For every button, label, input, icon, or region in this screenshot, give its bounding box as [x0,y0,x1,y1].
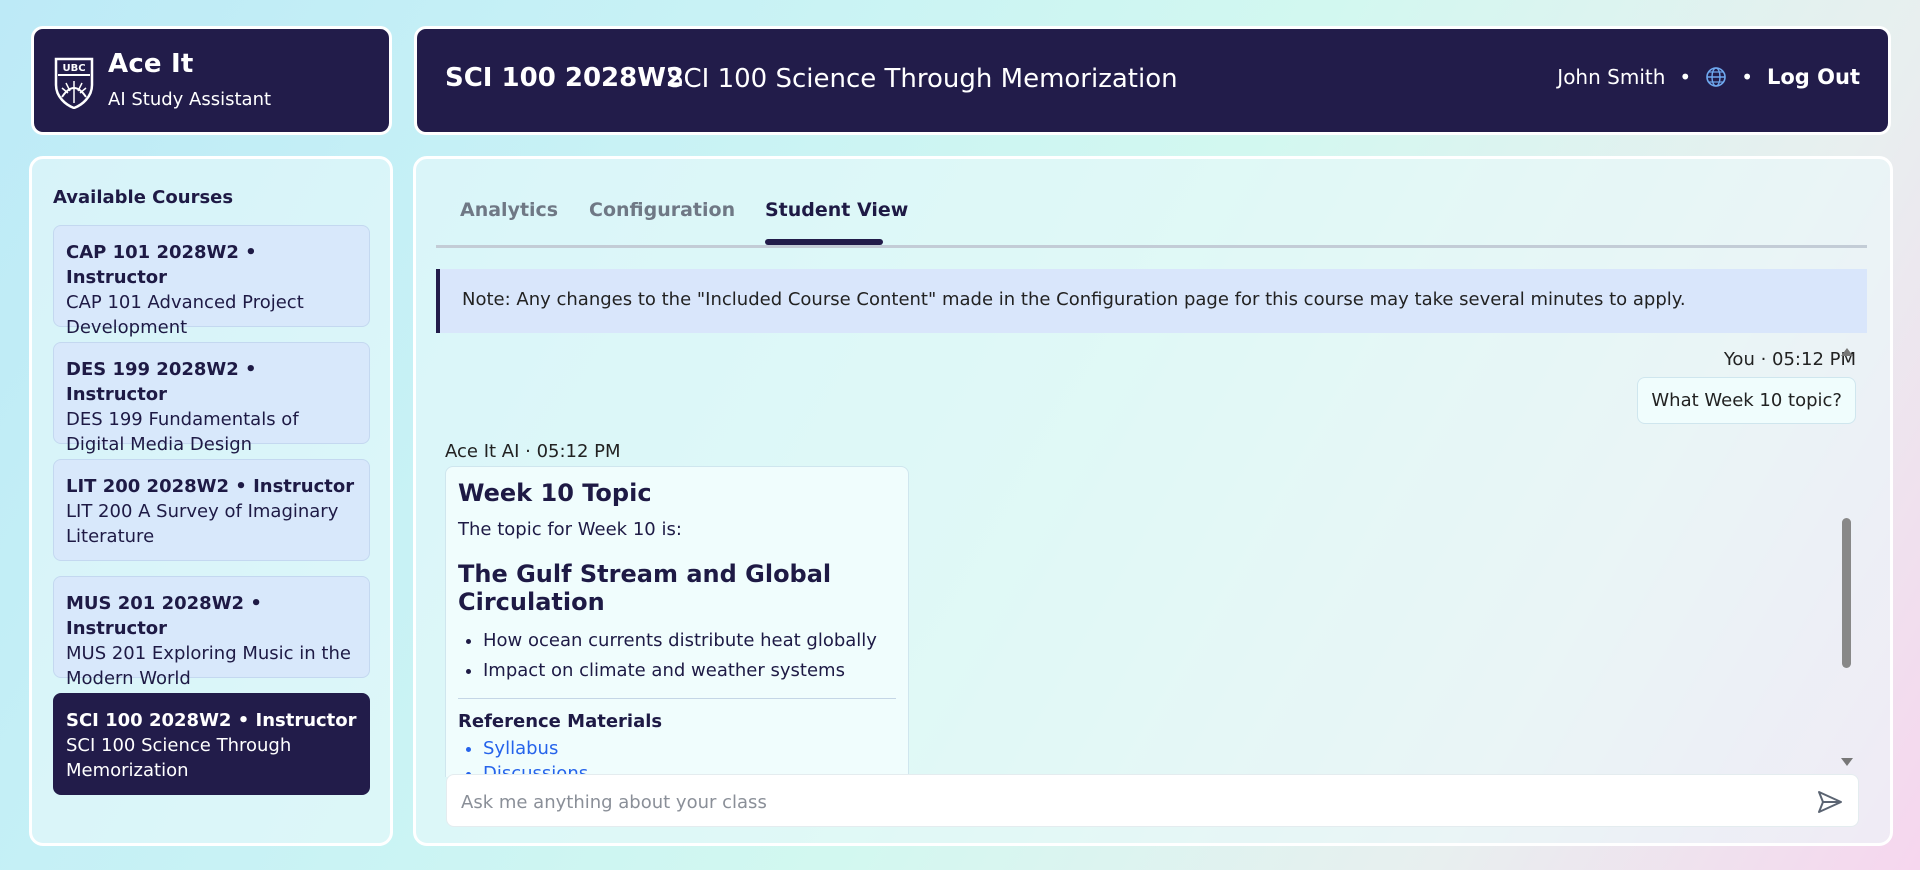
user-message-meta: You · 05:12 PM [1723,349,1856,370]
scroll-up-arrow[interactable] [1841,348,1853,356]
chat-input-bar [446,774,1859,827]
course-card-mus201[interactable]: MUS 201 2028W2 • Instructor MUS 201 Expl… [53,576,370,689]
course-card-code: SCI 100 2028W2 • Instructor [66,710,357,731]
tab-analytics[interactable]: Analytics [460,199,558,221]
course-card-cap101[interactable]: CAP 101 2028W2 • Instructor CAP 101 Adva… [53,225,370,338]
course-card-code: LIT 200 2028W2 • Instructor [66,476,355,497]
sidebar: Available Courses CAP 101 2028W2 • Instr… [29,156,393,846]
globe-icon[interactable] [1705,66,1727,88]
ai-response-points: How ocean currents distribute heat globa… [458,626,896,686]
course-card-lit200[interactable]: LIT 200 2028W2 • Instructor LIT 200 A Su… [53,459,370,561]
tab-student-view[interactable]: Student View [765,199,908,221]
reference-list: Syllabus Discussions [458,736,896,777]
app-subtitle: AI Study Assistant [108,89,272,110]
header-panel: SCI 100 2028W2 SCI 100 Science Through M… [414,26,1891,135]
list-item: Impact on climate and weather systems [483,656,896,686]
tab-bar: Analytics Configuration Student View [436,159,1867,248]
header-course-name: SCI 100 Science Through Memorization [667,64,1178,94]
header-course-code: SCI 100 2028W2 [445,63,684,93]
user-message-bubble: What Week 10 topic? [1637,377,1856,424]
scroll-thumb[interactable] [1842,518,1851,668]
course-card-code: CAP 101 2028W2 • Instructor [66,242,257,288]
course-card-name: SCI 100 Science Through Memorization [66,735,292,781]
svg-text:UBC: UBC [62,63,85,74]
chat-input[interactable] [459,787,1783,817]
ai-message-bubble: Week 10 Topic The topic for Week 10 is: … [445,466,909,777]
reference-link-syllabus[interactable]: Syllabus [483,738,558,759]
course-card-code: DES 199 2028W2 • Instructor [66,359,257,405]
ubc-logo-icon: UBC [54,57,94,109]
ai-message-meta: Ace It AI · 05:12 PM [445,441,621,462]
course-card-name: MUS 201 Exploring Music in the Modern Wo… [66,643,351,689]
user-name: John Smith [1557,65,1666,89]
tab-configuration[interactable]: Configuration [589,199,735,221]
chat-thread: You · 05:12 PM What Week 10 topic? Ace I… [436,349,1884,777]
user-menu: John Smith • • Log Out [1557,65,1860,89]
divider [458,698,896,699]
app-title: Ace It [108,49,194,79]
chat-scrollbar[interactable] [1840,348,1854,768]
course-list: CAP 101 2028W2 • Instructor CAP 101 Adva… [53,225,370,810]
course-card-name: CAP 101 Advanced Project Development [66,292,304,338]
course-card-sci100[interactable]: SCI 100 2028W2 • Instructor SCI 100 Scie… [53,693,370,795]
ai-response-intro: The topic for Week 10 is: [458,519,682,540]
ai-response-title: Week 10 Topic [458,479,652,507]
send-icon[interactable] [1816,788,1844,816]
course-card-name: DES 199 Fundamentals of Digital Media De… [66,409,299,455]
course-card-des199[interactable]: DES 199 2028W2 • Instructor DES 199 Fund… [53,342,370,455]
active-tab-indicator [765,239,883,245]
list-item: Syllabus [483,736,896,761]
separator-dot: • [1741,65,1753,89]
course-card-code: MUS 201 2028W2 • Instructor [66,593,262,639]
logout-button[interactable]: Log Out [1767,65,1860,89]
brand-panel: UBC Ace It AI Study Assistant [31,26,392,135]
main-panel: Analytics Configuration Student View Not… [413,156,1893,846]
info-note: Note: Any changes to the "Included Cours… [436,269,1867,333]
sidebar-title: Available Courses [53,187,234,208]
list-item: How ocean currents distribute heat globa… [483,626,896,656]
course-card-name: LIT 200 A Survey of Imaginary Literature [66,501,339,547]
separator-dot: • [1679,65,1692,89]
scroll-down-arrow[interactable] [1841,758,1853,766]
ai-response-topic: The Gulf Stream and Global Circulation [458,560,832,616]
reference-heading: Reference Materials [458,711,663,732]
